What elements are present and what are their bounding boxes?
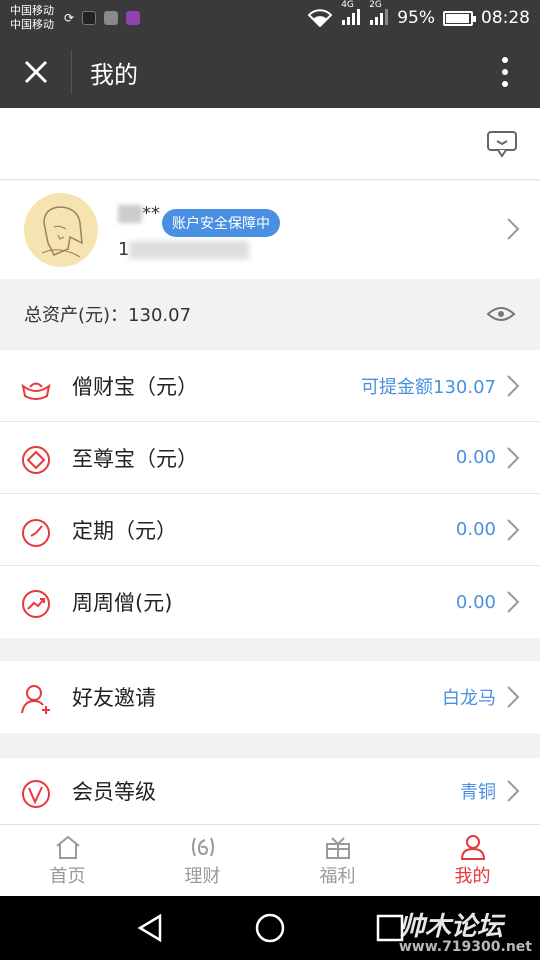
top-toolbar [0,108,540,180]
item-value: 白龙马 [442,688,496,709]
social-list: 好友邀请 白龙马 [0,661,540,733]
clock-icon [22,519,50,547]
item-label: 至尊宝（元） [72,446,198,471]
total-assets-label: 总资产(元)：130.07 [24,305,192,326]
app-notification-icon [104,11,119,25]
chevron-right-icon [507,591,520,613]
tab-label: 理财 [184,865,221,887]
back-icon[interactable] [130,908,170,948]
eye-icon[interactable] [486,304,516,324]
battery-percent: 95% [397,8,435,28]
finance-icon [191,837,214,856]
close-icon [24,60,47,84]
home-icon [55,835,80,859]
chevron-right-icon [507,780,520,802]
lock-icon [82,11,97,25]
tab-label: 福利 [319,865,356,887]
phone-number: 1 [118,239,250,260]
tab-mine[interactable]: 我的 [405,825,540,896]
status-bar: 中国移动 中国移动 ⟳ 4G 2G 95% 08:28 [0,0,540,36]
list-item-member-level[interactable]: 会员等级 青铜 [0,758,540,824]
vip-icon [22,780,50,808]
tab-home[interactable]: 首页 [0,825,135,896]
carrier-label: 中国移动 [10,4,54,17]
page-title: 我的 [90,60,138,89]
user-icon [460,834,485,860]
carrier-block: 中国移动 中国移动 [10,4,54,32]
chevron-right-icon [507,519,520,541]
system-nav-bar: 帅木论坛 www.719300.net [0,896,540,960]
network-type-label: 2G [369,0,382,10]
wifi-icon [307,9,333,27]
watermark-url: www.719300.net [398,939,532,955]
bottom-tab-bar: 首页 理财 福利 我的 [0,824,540,896]
chevron-right-icon [507,447,520,469]
home-circle-icon[interactable] [250,908,290,948]
avatar[interactable] [24,193,98,267]
notification-icons: ⟳ [64,11,141,25]
membership-list: 会员等级 青铜 [0,758,540,824]
product-list: 僧财宝（元） 可提金额130.07 至尊宝（元） 0.00 定期（元） 0.00… [0,350,540,638]
sync-icon: ⟳ [64,11,75,25]
add-friend-icon [21,685,50,714]
watermark: 帅木论坛 www.719300.net [399,906,532,955]
phone-prefix: 1 [118,239,130,260]
gift-icon [325,836,350,859]
signal-2g-indicator: 2G [369,0,389,28]
battery-icon [443,10,476,26]
item-value: 可提金额130.07 [361,376,496,398]
tab-finance[interactable]: 理财 [135,825,270,896]
close-button[interactable] [0,50,72,94]
item-label: 定期（元） [72,518,177,543]
item-value: 0.00 [455,447,496,468]
item-label: 会员等级 [72,780,156,804]
item-value: 青铜 [460,782,496,803]
trend-icon [22,590,50,618]
more-options-button[interactable] [470,36,540,108]
carrier-label: 中国移动 [10,18,54,31]
more-vertical-icon [502,57,508,87]
masked-text [118,205,142,223]
item-value: 0.00 [455,591,496,613]
watermark-title: 帅木论坛 [398,912,503,942]
ingot-icon [21,382,51,400]
chevron-right-icon [507,686,520,708]
masked-text [129,241,250,259]
tab-label: 我的 [454,865,491,887]
gallery-icon [126,11,141,25]
signal-4g-indicator: 4G [341,0,361,28]
list-item-zhizunbao[interactable]: 至尊宝（元） 0.00 [0,422,540,494]
name-suffix: ** [142,203,160,224]
total-assets-bar: 总资产(元)：130.07 [0,279,540,349]
security-badge: 账户安全保障中 [162,209,280,237]
list-item-friend-invite[interactable]: 好友邀请 白龙马 [0,661,540,733]
item-value: 0.00 [455,519,496,540]
avatar-illustration [41,206,83,258]
chevron-right-icon [507,218,520,240]
item-label: 好友邀请 [72,686,156,710]
tab-welfare[interactable]: 福利 [270,825,405,896]
chevron-right-icon [507,375,520,397]
diamond-icon [22,446,50,474]
user-name: ** [118,203,160,224]
item-label: 周周僧(元) [72,591,173,615]
app-bar: 我的 [0,36,540,108]
list-item-sengcaibao[interactable]: 僧财宝（元） 可提金额130.07 [0,350,540,422]
tab-label: 首页 [49,865,86,887]
list-item-zhouzhouseng[interactable]: 周周僧(元) 0.00 [0,566,540,638]
message-icon[interactable] [486,130,518,158]
network-type-label: 4G [341,0,354,10]
item-label: 僧财宝（元） [72,374,198,399]
battery-fill [446,13,469,23]
clock: 08:28 [481,8,530,28]
profile-card[interactable]: ** 账户安全保障中 1 [0,181,540,279]
signal-icon [342,8,361,25]
list-item-dingqi[interactable]: 定期（元） 0.00 [0,494,540,566]
signal-icon [370,8,389,25]
